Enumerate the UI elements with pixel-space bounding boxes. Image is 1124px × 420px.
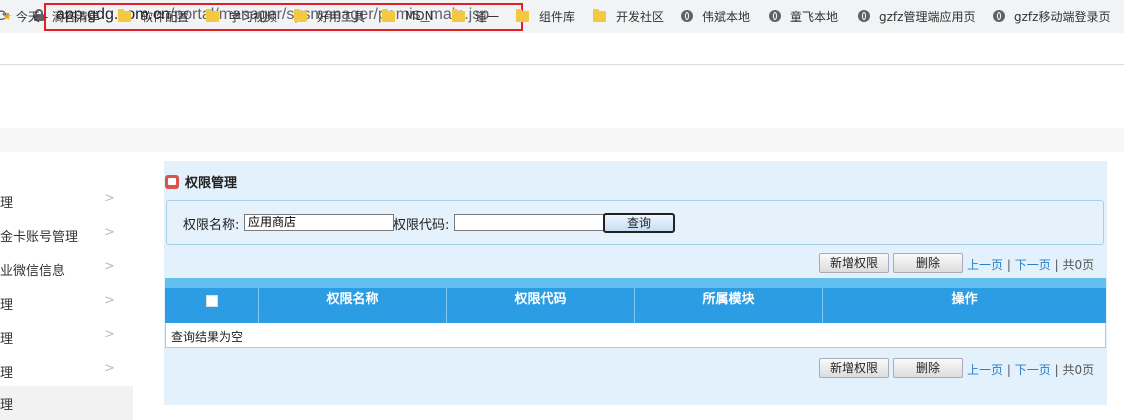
pager: 上一页 | 下一页 | 共0页 (967, 361, 1094, 378)
bookmark-item[interactable]: 童飞本地 (769, 7, 838, 25)
total-pages: 共0页 (1062, 363, 1095, 377)
app-header (0, 66, 1124, 128)
globe-icon (993, 10, 1005, 22)
bookmark-item[interactable]: ★ 今天 - 滴答清单 (2, 7, 100, 25)
bookmark-item[interactable]: 软件配置 (118, 7, 189, 25)
chevron-right-icon: > (104, 191, 115, 206)
total-pages: 共0页 (1062, 258, 1095, 272)
folder-icon (206, 8, 219, 22)
bookmark-item[interactable]: 学习视频 (206, 7, 277, 25)
permission-code-input[interactable] (454, 214, 604, 231)
chevron-right-icon: > (104, 293, 115, 308)
bookmark-item[interactable]: 道一 (452, 7, 499, 25)
next-page-link[interactable]: 下一页 (1015, 258, 1051, 272)
pager-separator: | (1054, 258, 1059, 272)
folder-icon (294, 8, 307, 22)
sidebar-item[interactable]: 理 > (0, 320, 133, 354)
chevron-right-icon: > (104, 327, 115, 342)
prev-page-link[interactable]: 上一页 (967, 258, 1003, 272)
pager-separator: | (1054, 363, 1059, 377)
folder-icon (382, 8, 395, 22)
chevron-right-icon: > (104, 225, 115, 240)
column-header: 操作 (951, 292, 978, 307)
select-all-checkbox[interactable] (206, 295, 218, 307)
next-page-link[interactable]: 下一页 (1015, 363, 1051, 377)
table-header: 权限名称 权限代码 所属模块 操作 (165, 278, 1106, 323)
bookmark-item[interactable]: 开发社区 (593, 7, 664, 25)
permission-name-input[interactable]: 应用商店 (244, 214, 394, 231)
globe-icon (769, 10, 781, 22)
empty-result-row: 查询结果为空 (165, 323, 1106, 348)
panel-title-icon (165, 174, 179, 189)
column-header: 权限名称 (259, 288, 447, 323)
globe-icon (681, 10, 693, 22)
permission-name-label: 权限名称: (183, 218, 240, 233)
pager-separator: | (1006, 363, 1011, 377)
prev-page-link[interactable]: 上一页 (967, 363, 1003, 377)
delete-button[interactable]: 删除 (893, 253, 963, 273)
bookmark-item[interactable]: 好用工具 (294, 7, 365, 25)
star-icon: ★ (2, 9, 12, 23)
permission-code-label: 权限代码: (393, 218, 450, 233)
bookmark-item[interactable]: gzfz管理端应用页 (858, 7, 975, 25)
bookmark-item[interactable]: 伟斌本地 (681, 7, 750, 25)
folder-icon (118, 8, 131, 22)
bookmark-item[interactable]: 组件库 (516, 7, 575, 25)
folder-icon (516, 8, 529, 22)
sidebar-item[interactable]: 理 > (0, 184, 133, 218)
globe-icon (858, 10, 870, 22)
chevron-right-icon: > (104, 361, 115, 376)
sidebar-item-active[interactable]: 理 (0, 386, 133, 420)
add-permission-button[interactable]: 新增权限 (819, 358, 889, 378)
chevron-right-icon: > (104, 259, 115, 274)
column-header: 权限代码 (447, 288, 635, 323)
bookmarks-bar (0, 33, 1124, 65)
sidebar-item[interactable]: 理 > (0, 286, 133, 320)
sidebar-item[interactable]: 理 > (0, 354, 133, 388)
pager: 上一页 | 下一页 | 共0页 (967, 256, 1094, 273)
query-button[interactable]: 查询 (603, 213, 675, 233)
delete-button[interactable]: 删除 (893, 358, 963, 378)
pager-separator: | (1006, 258, 1011, 272)
empty-result-text: 查询结果为空 (171, 330, 244, 344)
folder-icon (452, 8, 465, 22)
bookmark-item[interactable]: MDN (382, 7, 434, 25)
bookmark-item[interactable]: gzfz移动端登录页 (993, 7, 1110, 25)
panel-title: 权限管理 (165, 172, 237, 191)
column-header: 所属模块 (635, 288, 823, 323)
sidebar-item[interactable]: 金卡账号管理 > (0, 218, 133, 252)
folder-icon (593, 8, 606, 22)
add-permission-button[interactable]: 新增权限 (819, 253, 889, 273)
sidebar-item[interactable]: 业微信信息 > (0, 252, 133, 286)
